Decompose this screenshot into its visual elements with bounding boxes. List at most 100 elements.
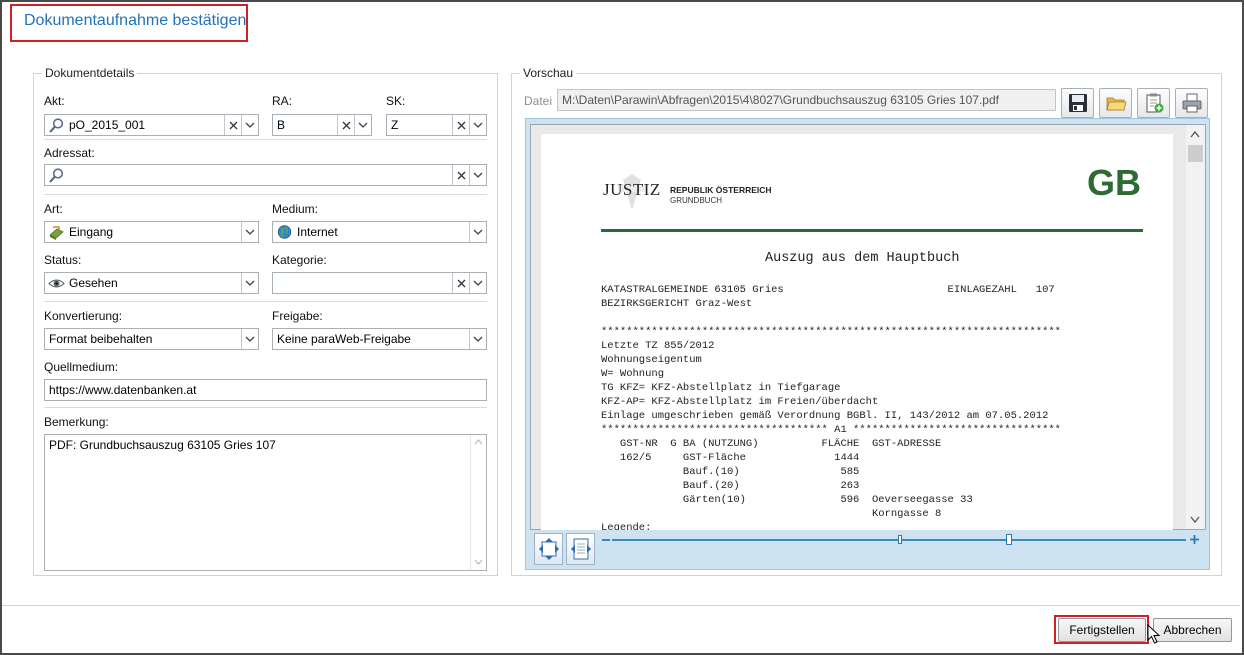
sk-combobox[interactable]: Z: [386, 114, 487, 136]
dialog-title: Dokumentaufnahme bestätigen: [24, 12, 247, 29]
document-line: Gärten(10) 596 Oeverseegasse 33: [601, 494, 973, 506]
document-line: Letzte TZ 855/2012: [601, 340, 715, 352]
chevron-up-icon[interactable]: [1190, 131, 1200, 138]
zoom-slider-handle[interactable]: [1006, 534, 1012, 545]
clipboard-add-button[interactable]: [1137, 88, 1170, 118]
chevron-down-icon: [473, 122, 483, 128]
adressat-clear-button[interactable]: [452, 165, 469, 185]
sk-value: Z: [391, 118, 399, 132]
pdf-vertical-scrollbar[interactable]: [1186, 125, 1205, 529]
clear-icon: [229, 121, 237, 129]
open-folder-button[interactable]: [1099, 88, 1132, 118]
fit-width-button[interactable]: [566, 533, 595, 565]
medium-label: Medium:: [272, 202, 319, 216]
zoom-out-icon[interactable]: [601, 535, 611, 545]
file-label: Datei: [524, 94, 553, 108]
art-combobox[interactable]: Eingang: [44, 221, 259, 243]
save-button[interactable]: [1061, 88, 1094, 118]
chevron-down-icon[interactable]: [1190, 516, 1200, 523]
document-line: ************************************ A1 …: [601, 424, 1061, 436]
freigabe-label: Freigabe:: [272, 309, 323, 323]
mouse-cursor-icon: [1147, 624, 1161, 644]
fit-width-icon: [570, 538, 591, 560]
document-line: Korngasse 8: [601, 508, 942, 520]
clear-icon: [342, 121, 350, 129]
akt-combobox[interactable]: pO_2015_001: [44, 114, 259, 136]
document-details-legend: Dokumentdetails: [45, 66, 135, 80]
status-dropdown-button[interactable]: [241, 273, 258, 293]
header-rule: [601, 229, 1143, 232]
sk-clear-button[interactable]: [452, 115, 469, 135]
zoom-in-icon[interactable]: [1189, 534, 1200, 545]
separator: [44, 301, 487, 302]
chevron-up-icon[interactable]: [474, 439, 483, 445]
konvertierung-value: Format beibehalten: [49, 332, 153, 346]
kategorie-combobox[interactable]: [272, 272, 487, 294]
bemerkung-label: Bemerkung:: [44, 415, 109, 429]
chevron-down-icon: [245, 336, 255, 342]
akt-dropdown-button[interactable]: [241, 115, 258, 135]
document-heading: Auszug aus dem Hauptbuch: [765, 251, 960, 266]
akt-value: pO_2015_001: [69, 118, 146, 132]
finish-highlight-box: [1054, 615, 1149, 644]
pdf-page: JUSTIZ REPUBLIK ÖSTERREICH GRUNDBUCH GB …: [541, 134, 1173, 530]
open-folder-icon: [1105, 97, 1127, 111]
document-line: TG KFZ= KFZ-Abstellplatz in Tiefgarage: [601, 382, 841, 394]
document-line: Einlage umgeschrieben gemäß Verordnung B…: [601, 410, 1049, 422]
chevron-down-icon[interactable]: [474, 559, 483, 565]
print-button[interactable]: [1175, 88, 1208, 118]
status-combobox[interactable]: Gesehen: [44, 272, 259, 294]
document-line: W= Wohnung: [601, 368, 665, 380]
print-icon: [1182, 93, 1201, 113]
medium-combobox[interactable]: Internet: [272, 221, 487, 243]
chevron-down-icon: [473, 229, 483, 235]
gb-logo: GB: [1087, 162, 1141, 203]
akt-clear-button[interactable]: [224, 115, 241, 135]
ra-clear-button[interactable]: [337, 115, 354, 135]
document-line: KATASTRALGEMEINDE 63105 Gries EINLAGEZAH…: [601, 284, 1055, 296]
clear-icon: [457, 279, 465, 287]
save-disk-icon: [1068, 94, 1087, 112]
ra-label: RA:: [272, 94, 293, 108]
konvertierung-dropdown-button[interactable]: [241, 329, 258, 349]
incoming-document-icon: [49, 226, 64, 240]
bemerkung-textarea[interactable]: PDF: Grundbuchsauszug 63105 Gries 107: [44, 434, 487, 571]
file-path-value: M:\Daten\Parawin\Abfragen\2015\4\8027\Gr…: [562, 93, 999, 107]
cancel-button[interactable]: Abbrechen: [1153, 618, 1232, 642]
chevron-down-icon: [473, 172, 483, 178]
bemerkung-scrollbar[interactable]: [470, 435, 486, 570]
adressat-label: Adressat:: [44, 146, 95, 160]
search-icon[interactable]: [48, 117, 65, 134]
kategorie-clear-button[interactable]: [452, 273, 469, 293]
konvertierung-combobox[interactable]: Format beibehalten: [44, 328, 259, 350]
adressat-combobox[interactable]: [44, 164, 487, 186]
adressat-dropdown-button[interactable]: [469, 165, 486, 185]
clear-icon: [457, 121, 465, 129]
kategorie-dropdown-button[interactable]: [469, 273, 486, 293]
status-value: Gesehen: [69, 276, 118, 290]
fit-page-button[interactable]: [534, 533, 563, 565]
clipboard-add-icon: [1146, 93, 1163, 113]
art-dropdown-button[interactable]: [241, 222, 258, 242]
document-line: Legende:: [601, 522, 652, 530]
sk-label: SK:: [386, 94, 406, 108]
document-line: ****************************************…: [601, 326, 1061, 338]
document-line: Bauf.(20) 263: [601, 480, 860, 492]
freigabe-combobox[interactable]: Keine paraWeb-Freigabe: [272, 328, 487, 350]
bemerkung-value: PDF: Grundbuchsauszug 63105 Gries 107: [49, 438, 276, 452]
sk-dropdown-button[interactable]: [469, 115, 486, 135]
konvertierung-label: Konvertierung:: [44, 309, 123, 323]
ra-combobox[interactable]: B: [272, 114, 372, 136]
art-value: Eingang: [69, 225, 114, 239]
pdf-scroll-thumb[interactable]: [1188, 145, 1203, 162]
freigabe-dropdown-button[interactable]: [469, 329, 486, 349]
medium-dropdown-button[interactable]: [469, 222, 486, 242]
chevron-down-icon: [245, 122, 255, 128]
separator: [44, 194, 487, 195]
kategorie-label: Kategorie:: [272, 253, 327, 267]
quellmedium-input[interactable]: https://www.datenbanken.at: [44, 379, 487, 401]
file-path-field: M:\Daten\Parawin\Abfragen\2015\4\8027\Gr…: [557, 89, 1056, 111]
ra-dropdown-button[interactable]: [354, 115, 371, 135]
search-icon[interactable]: [48, 167, 65, 184]
globe-icon: [277, 225, 292, 239]
